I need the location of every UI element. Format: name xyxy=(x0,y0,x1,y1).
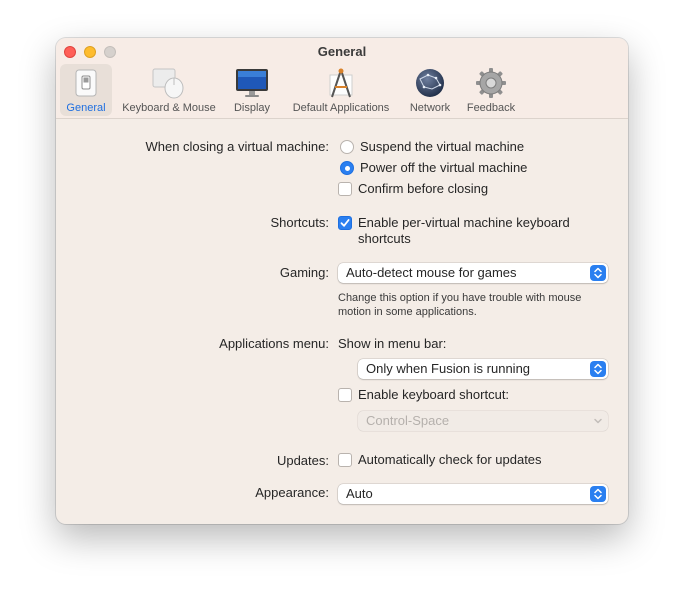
window-title: General xyxy=(317,44,367,59)
gaming-popup-value: Auto-detect mouse for games xyxy=(346,265,517,280)
show-in-menu-bar-label: Show in menu bar: xyxy=(338,336,447,351)
shortcuts-label: Shortcuts: xyxy=(270,215,329,230)
suspend-label: Suspend the virtual machine xyxy=(360,139,525,154)
tab-feedback-label: Feedback xyxy=(466,102,516,114)
chevron-updown-icon xyxy=(590,361,606,377)
tab-network[interactable]: Network xyxy=(406,64,454,116)
appearance-label: Appearance: xyxy=(255,485,329,500)
globe-icon xyxy=(412,66,448,100)
switch-icon xyxy=(68,66,104,100)
apps-icon xyxy=(323,66,359,100)
menu-bar-popup[interactable]: Only when Fusion is running xyxy=(358,359,608,379)
confirm-closing-label: Confirm before closing xyxy=(358,181,489,196)
shortcuts-checkbox[interactable] xyxy=(338,216,352,230)
tab-default-applications[interactable]: Default Applications xyxy=(286,64,396,116)
gaming-popup[interactable]: Auto-detect mouse for games xyxy=(338,263,608,283)
preferences-window: General General Keyboard & Mouse Display… xyxy=(56,38,628,524)
closing-label: When closing a virtual machine: xyxy=(145,139,329,154)
confirm-closing-checkbox[interactable] xyxy=(338,182,352,196)
keyboard-shortcut-checkbox[interactable] xyxy=(338,388,352,402)
gaming-help-line1: Change this option if you have trouble w… xyxy=(338,292,582,304)
gear-icon xyxy=(473,66,509,100)
tab-feedback[interactable]: Feedback xyxy=(462,64,520,116)
appearance-popup-value: Auto xyxy=(346,486,373,501)
mouse-icon xyxy=(151,66,187,100)
suspend-radio[interactable] xyxy=(340,140,354,154)
gaming-label: Gaming: xyxy=(279,265,329,280)
chevron-updown-icon xyxy=(590,486,606,502)
gaming-help-line2: motion in some applications. xyxy=(338,306,477,318)
chevron-down-icon xyxy=(590,413,606,429)
power-off-label: Power off the virtual machine xyxy=(360,160,528,175)
shortcuts-label-line2: shortcuts xyxy=(358,231,411,246)
tab-keyboard-mouse-label: Keyboard & Mouse xyxy=(122,102,216,114)
appearance-popup[interactable]: Auto xyxy=(338,484,608,504)
auto-update-label: Automatically check for updates xyxy=(358,452,542,467)
tab-display-label: Display xyxy=(233,102,271,114)
keyboard-shortcut-value: Control-Space xyxy=(366,413,450,428)
chevron-updown-icon xyxy=(590,265,606,281)
updates-label: Updates: xyxy=(276,453,329,468)
keyboard-shortcut-label: Enable keyboard shortcut: xyxy=(358,387,510,402)
tab-general[interactable]: General xyxy=(60,64,112,116)
menu-bar-popup-value: Only when Fusion is running xyxy=(366,361,531,376)
keyboard-shortcut-popup: Control-Space xyxy=(358,411,608,431)
tab-network-label: Network xyxy=(409,102,451,114)
shortcuts-label-line1: Enable per-virtual machine keyboard xyxy=(358,215,570,230)
applications-menu-label: Applications menu: xyxy=(219,336,329,351)
auto-update-checkbox[interactable] xyxy=(338,453,352,467)
tab-general-label: General xyxy=(66,102,106,114)
monitor-icon xyxy=(234,66,270,100)
tab-default-applications-label: Default Applications xyxy=(292,102,390,114)
tab-display[interactable]: Display xyxy=(230,64,274,116)
power-off-radio[interactable] xyxy=(340,161,354,175)
window-toolbar: General General Keyboard & Mouse Display… xyxy=(56,38,628,119)
checkmark-icon xyxy=(340,219,350,227)
tab-keyboard-mouse[interactable]: Keyboard & Mouse xyxy=(118,64,220,116)
